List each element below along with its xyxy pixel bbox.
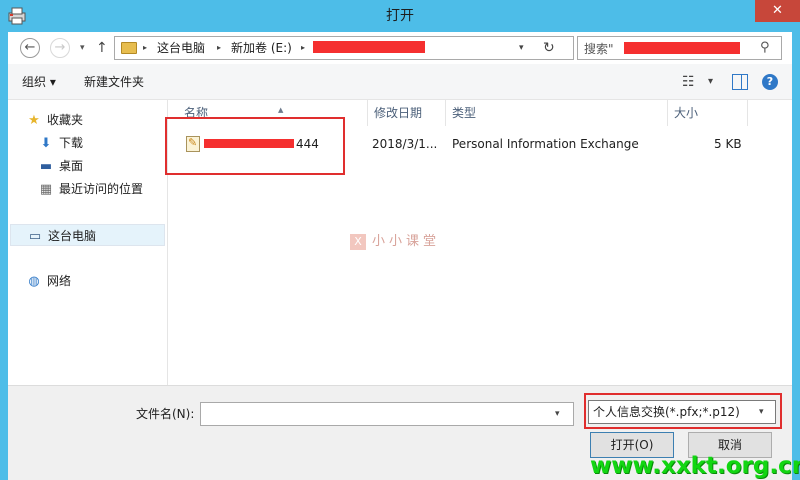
watermark: X 小小课堂	[350, 230, 440, 250]
file-list: 名称 ▲ 修改日期 类型 大小 444 2018/3/1... Personal…	[165, 100, 792, 385]
file-name-input[interactable]	[205, 405, 545, 423]
back-button[interactable]: ←	[20, 38, 40, 58]
window-frame-left	[0, 32, 8, 480]
breadcrumb-separator[interactable]: ▸	[217, 37, 221, 59]
recent-locations-dropdown[interactable]: ▾	[80, 38, 85, 58]
computer-icon: ▭	[28, 228, 42, 244]
bottom-panel: 文件名(N): ▾ 个人信息交换(*.pfx;*.p12) ▾ 打开(O) 取消…	[8, 385, 800, 480]
sidebar-item-desktop[interactable]: ▬ 桌面	[38, 155, 83, 177]
window-title: 打开	[386, 8, 414, 24]
sidebar-item-recent-places[interactable]: ▦ 最近访问的位置	[38, 178, 143, 200]
watermark-logo: X	[350, 234, 366, 250]
view-dropdown-icon[interactable]: ▾	[708, 64, 713, 100]
sidebar-item-label: 这台电脑	[48, 229, 97, 243]
sidebar-item-favorites[interactable]: ★ 收藏夹	[26, 109, 83, 131]
highlight-box	[165, 117, 345, 175]
organize-menu[interactable]: 组织 ▾	[22, 64, 56, 100]
sidebar-item-network[interactable]: ◍ 网络	[26, 270, 71, 292]
sidebar-item-label: 最近访问的位置	[59, 182, 144, 196]
redacted-search-term	[624, 42, 740, 54]
file-size: 5 KB	[714, 137, 742, 151]
sidebar-item-label: 网络	[47, 274, 72, 288]
forward-button[interactable]: →	[50, 38, 70, 58]
chevron-down-icon[interactable]: ▾	[555, 403, 560, 425]
file-name-label: 文件名(N):	[136, 407, 195, 421]
address-bar[interactable]: ▸ 这台电脑 ▸ 新加卷 (E:) ▸ ▾ ↻	[114, 36, 574, 60]
folder-icon	[121, 42, 137, 54]
sidebar-item-label: 桌面	[59, 159, 84, 173]
command-toolbar: 组织 ▾ 新建文件夹 ☷ ▾ ?	[8, 64, 792, 100]
address-row: ← → ▾ ↑ ▸ 这台电脑 ▸ 新加卷 (E:) ▸ ▾ ↻ ⚲	[8, 32, 792, 64]
file-type: Personal Information Exchange	[452, 137, 639, 151]
file-modified: 2018/3/1...	[372, 137, 438, 151]
highlight-box	[584, 393, 782, 429]
sidebar-item-label: 收藏夹	[47, 113, 84, 127]
address-dropdown[interactable]: ▾	[519, 37, 524, 59]
window-frame-right	[792, 32, 800, 480]
sidebar-item-this-pc[interactable]: ▭ 这台电脑	[10, 224, 165, 246]
breadcrumb-volume-e[interactable]: 新加卷 (E:)	[231, 37, 292, 59]
network-icon: ◍	[28, 273, 40, 289]
title-bar: 打开 ✕	[0, 0, 800, 32]
downloads-icon: ⬇	[40, 135, 52, 151]
breadcrumb-separator[interactable]: ▸	[143, 37, 147, 59]
search-icon[interactable]: ⚲	[760, 37, 770, 59]
sidebar-item-label: 下载	[59, 136, 84, 150]
view-options-icon[interactable]: ☷	[682, 64, 695, 100]
refresh-icon[interactable]: ↻	[543, 37, 555, 59]
star-icon: ★	[28, 112, 40, 128]
preview-pane-icon[interactable]	[732, 74, 748, 90]
watermark-text: 小小课堂	[372, 234, 441, 249]
column-header-modified[interactable]: 修改日期	[368, 100, 446, 126]
navigation-pane: ★ 收藏夹 ⬇ 下载 ▬ 桌面 ▦ 最近访问的位置 ▭ 这台电脑 ◍ 网络	[8, 100, 168, 385]
column-header-size[interactable]: 大小	[668, 100, 748, 126]
redacted-folder-name	[313, 41, 425, 53]
new-folder-button[interactable]: 新建文件夹	[84, 64, 144, 100]
desktop-icon: ▬	[39, 158, 53, 174]
search-box[interactable]: ⚲	[577, 36, 782, 60]
sidebar-item-downloads[interactable]: ⬇ 下载	[38, 132, 83, 154]
up-button[interactable]: ↑	[96, 38, 108, 58]
help-icon[interactable]: ?	[762, 74, 778, 90]
column-header-type[interactable]: 类型	[446, 100, 668, 126]
site-watermark: www.xxkt.org.cn	[590, 453, 800, 479]
breadcrumb-separator[interactable]: ▸	[301, 37, 305, 59]
file-name-combo[interactable]: ▾	[200, 402, 574, 426]
close-button[interactable]: ✕	[755, 0, 800, 22]
recent-places-icon: ▦	[39, 181, 53, 197]
breadcrumb-this-pc[interactable]: 这台电脑	[157, 37, 205, 59]
